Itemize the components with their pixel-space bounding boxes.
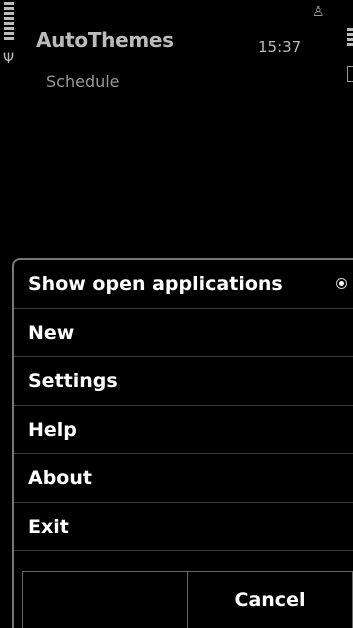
signal-strength-icon bbox=[4, 2, 14, 42]
menu-item-help[interactable]: Help bbox=[14, 406, 353, 454]
menu-item-about[interactable]: About bbox=[14, 454, 353, 503]
radio-selected-icon bbox=[336, 278, 347, 289]
app-title: AutoThemes bbox=[36, 28, 174, 52]
left-softkey[interactable] bbox=[22, 572, 187, 628]
menu-item-label: Exit bbox=[28, 515, 69, 538]
menu-item-label: About bbox=[28, 467, 92, 489]
options-menu: Show open applications New Settings Help… bbox=[12, 258, 353, 628]
clock: 15:37 bbox=[258, 38, 302, 56]
menu-item-new[interactable]: New bbox=[14, 309, 353, 357]
battery-level-icon bbox=[347, 28, 353, 48]
softkey-bar: Cancel bbox=[22, 571, 353, 628]
menu-item-label: New bbox=[28, 321, 75, 344]
cancel-softkey[interactable]: Cancel bbox=[187, 572, 353, 628]
battery-icon bbox=[347, 66, 353, 82]
menu-item-settings[interactable]: Settings bbox=[14, 357, 353, 406]
menu-item-label: Settings bbox=[28, 370, 118, 392]
status-bar: Ψ AutoThemes 15:37 ♙ Schedule bbox=[0, 0, 353, 100]
subtitle: Schedule bbox=[46, 72, 120, 91]
antenna-icon: Ψ bbox=[3, 51, 15, 67]
menu-item-label: Show open applications bbox=[28, 273, 283, 295]
menu-item-label: Help bbox=[28, 418, 77, 441]
menu-item-show-open-applications[interactable]: Show open applications bbox=[14, 260, 353, 309]
profile-icon: ♙ bbox=[312, 4, 325, 20]
menu-item-exit[interactable]: Exit bbox=[14, 503, 353, 551]
